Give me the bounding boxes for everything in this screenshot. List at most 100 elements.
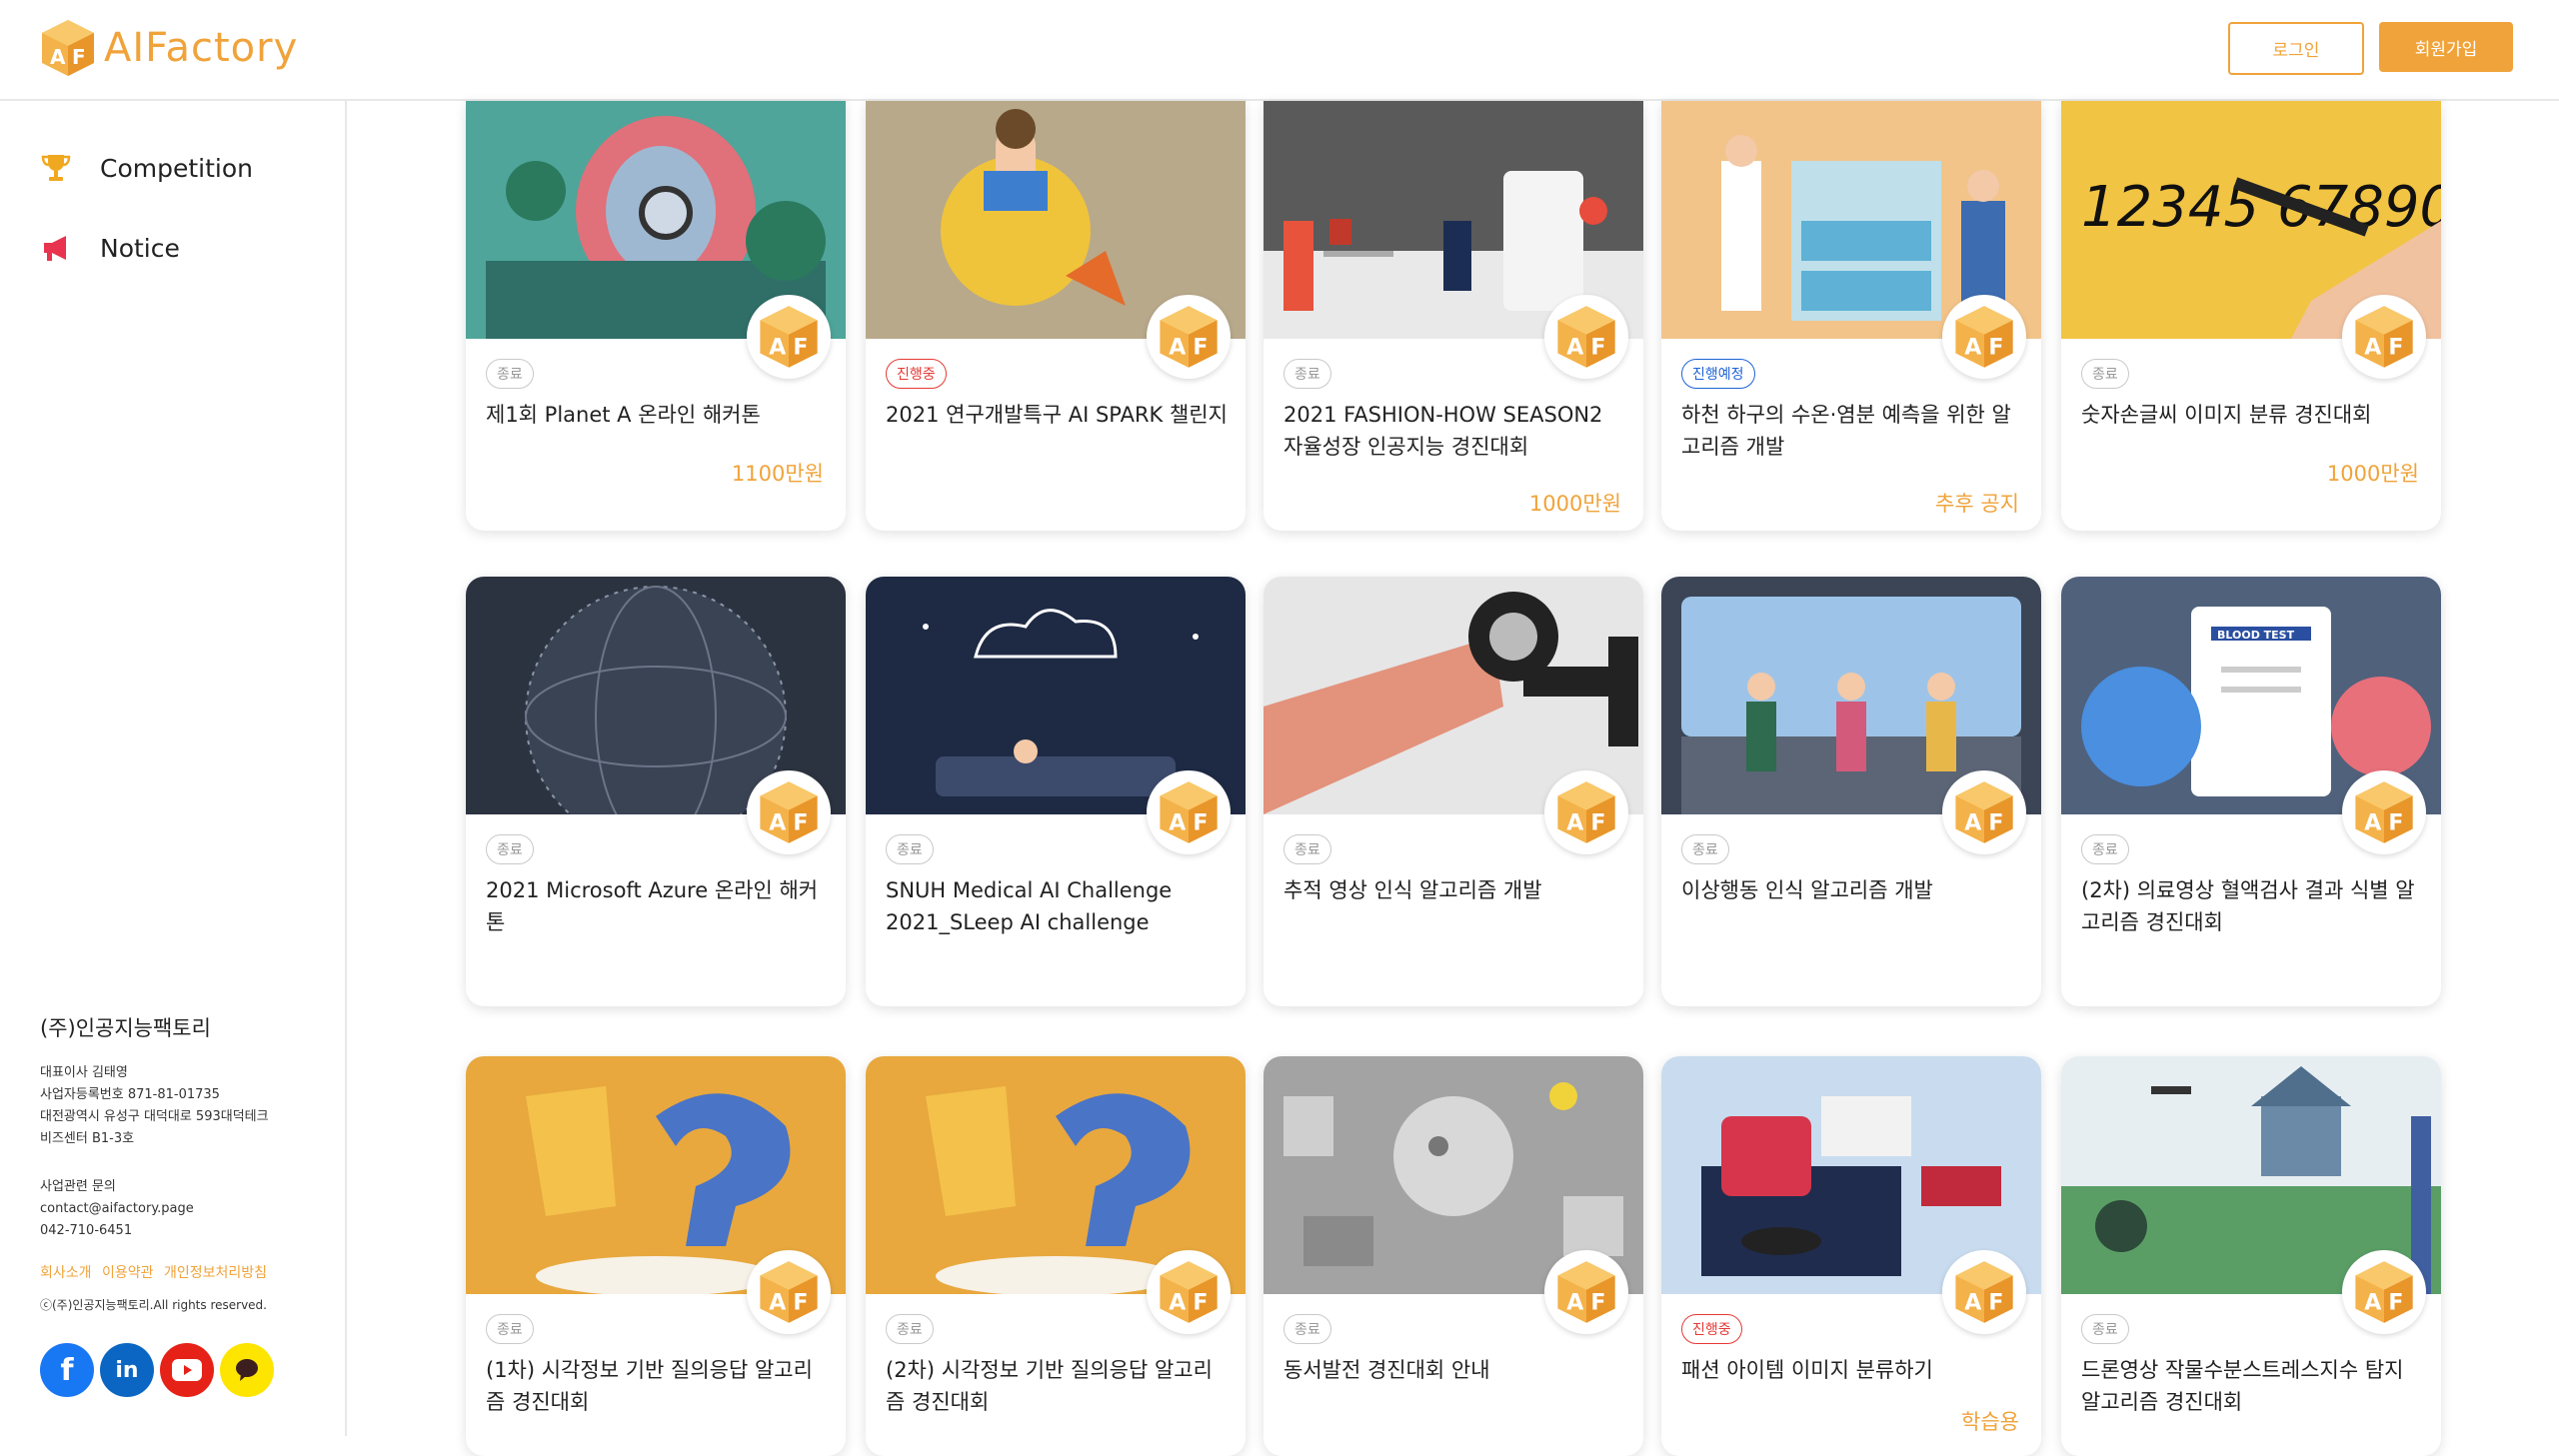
svg-text:12345 67890: 12345 67890 xyxy=(2081,175,2441,240)
svg-text:F: F xyxy=(1988,811,2003,836)
logo-cube-icon: A F xyxy=(42,20,94,76)
contact-email[interactable]: contact@aifactory.page xyxy=(40,1198,340,1220)
card-title: 동서발전 경진대회 안내 xyxy=(1283,1358,1490,1382)
youtube-icon[interactable] xyxy=(160,1343,214,1397)
status-badge: 진행예정 xyxy=(1681,359,1755,389)
svg-text:A: A xyxy=(1566,336,1583,361)
social-links: f in xyxy=(40,1343,340,1397)
card-prize: 1000만원 xyxy=(2326,462,2419,486)
footer-link-terms[interactable]: 이용약관 xyxy=(102,1265,154,1281)
svg-text:A: A xyxy=(1566,811,1583,836)
af-badge-icon: A F xyxy=(1544,770,1628,854)
card-title: 2021 Microsoft Azure 온라인 해커톤 xyxy=(486,878,819,934)
login-button[interactable]: 로그인 xyxy=(2228,22,2364,75)
svg-text:A: A xyxy=(50,45,66,69)
card-title: 추적 영상 인식 알고리즘 개발 xyxy=(1283,878,1542,902)
svg-text:F: F xyxy=(2388,336,2403,361)
card-prize: 1000만원 xyxy=(1528,492,1621,516)
svg-text:A: A xyxy=(2364,811,2381,836)
kakao-icon[interactable] xyxy=(220,1343,274,1397)
competition-card[interactable]: BLOOD TEST A F 종료 (2차) 의료영상 혈액검사 결과 식별 알고… xyxy=(2061,577,2441,1006)
footer-link-privacy[interactable]: 개인정보처리방침 xyxy=(164,1265,267,1281)
svg-text:F: F xyxy=(2388,811,2403,836)
svg-text:F: F xyxy=(1590,811,1605,836)
svg-text:A: A xyxy=(1566,1291,1583,1316)
svg-text:A: A xyxy=(1169,336,1186,361)
footer-link-about[interactable]: 회사소개 xyxy=(40,1265,92,1281)
competition-card[interactable]: A F 종료추적 영상 인식 알고리즘 개발500만원 xyxy=(1264,577,1643,1006)
signup-button[interactable]: 회원가입 xyxy=(2379,22,2513,72)
top-header: A F AIFactory 로그인 회원가입 xyxy=(0,0,2559,101)
logo[interactable]: A F AIFactory xyxy=(40,18,298,78)
competition-card[interactable]: A F 종료 (2차) 시각정보 기반 질의응답 알고리즘 경진대회 xyxy=(866,1056,1246,1456)
competition-card[interactable]: A F 종료 SNUH Medical AI Challenge 2021_SLe… xyxy=(866,577,1246,1006)
sidebar: Competition Notice (주)인공지능팩토리 대표이사 김태영 사… xyxy=(0,101,347,1436)
svg-text:F: F xyxy=(1193,811,1208,836)
card-title: 드론영상 작물수분스트레스지수 탐지 알고리즘 경진대회 xyxy=(2081,1358,2404,1414)
status-badge: 종료 xyxy=(486,834,534,864)
contact-title: 사업관련 문의 xyxy=(40,1179,116,1194)
af-badge-icon: A F xyxy=(747,1250,831,1334)
competition-card[interactable]: A F 종료 제1회 Planet A 온라인 해커톤 1100만원 xyxy=(466,101,846,531)
linkedin-icon[interactable]: in xyxy=(100,1343,154,1397)
af-cube-icon: A F xyxy=(760,306,818,368)
competition-card[interactable]: A F 진행중 패션 아이템 이미지 분류하기 학습용 xyxy=(1661,1056,2041,1456)
competition-card[interactable]: A F 종료 2021 FASHION-HOW SEASON2 자율성장 인공지능… xyxy=(1264,101,1643,531)
status-badge: 종료 xyxy=(886,1314,934,1344)
megaphone-icon xyxy=(44,236,66,261)
status-badge: 종료 xyxy=(2081,834,2129,864)
svg-text:F: F xyxy=(793,811,808,836)
contact-phone: 042-710-6451 xyxy=(40,1223,133,1238)
status-badge: 종료 xyxy=(486,359,534,389)
svg-text:F: F xyxy=(793,1291,808,1316)
af-cube-icon: A F xyxy=(1955,306,2013,368)
competition-card[interactable]: A F 종료 드론영상 작물수분스트레스지수 탐지 알고리즘 경진대회 xyxy=(2061,1056,2441,1456)
af-badge-icon: A F xyxy=(1942,1250,2026,1334)
competition-card[interactable]: 12345 67890 A F 종료 숫자손글씨 이미지 분류 경진대회 1000만… xyxy=(2061,101,2441,531)
svg-text:F: F xyxy=(2388,1291,2403,1316)
card-title: 패션 아이템 이미지 분류하기 xyxy=(1681,1358,1933,1382)
logo-text: AIFactory xyxy=(104,25,299,71)
card-title: 이상행동 인식 알고리즘 개발 xyxy=(1681,878,1933,902)
competition-card[interactable]: A F 종료2021 Microsoft Azure 온라인 해커톤17,000… xyxy=(466,577,846,1006)
svg-text:A: A xyxy=(1964,1291,1981,1316)
company-address: 대전광역시 유성구 대덕대로 593대덕테크 xyxy=(40,1109,269,1124)
af-badge-icon: A F xyxy=(1544,1250,1628,1334)
svg-text:F: F xyxy=(1590,1291,1605,1316)
company-ceo: 대표이사 김태영 xyxy=(40,1065,128,1080)
competition-card[interactable]: A F 종료동서발전 경진대회 안내 xyxy=(1264,1056,1643,1456)
status-badge: 종료 xyxy=(1283,1314,1331,1344)
copyright: ⓒ(주)인공지능팩토리.All rights reserved. xyxy=(40,1298,267,1312)
trophy-icon xyxy=(41,155,71,181)
af-cube-icon: A F xyxy=(1160,306,1218,368)
svg-text:A: A xyxy=(1964,811,1981,836)
sidebar-item-notice[interactable]: Notice xyxy=(40,232,180,264)
sidebar-item-competition[interactable]: Competition xyxy=(40,152,253,184)
card-prize: 학습용 xyxy=(1961,1410,2019,1434)
card-title: (1차) 시각정보 기반 질의응답 알고리즘 경진대회 xyxy=(486,1358,813,1414)
af-cube-icon: A F xyxy=(760,1261,818,1323)
card-title: 2021 FASHION-HOW SEASON2 자율성장 인공지능 경진대회 xyxy=(1283,403,1603,459)
svg-text:F: F xyxy=(1988,336,2003,361)
svg-text:A: A xyxy=(2364,336,2381,361)
af-badge-icon: A F xyxy=(1942,770,2026,854)
af-badge-icon: A F xyxy=(2342,1250,2426,1334)
competition-card[interactable]: A F 종료 (1차) 시각정보 기반 질의응답 알고리즘 경진대회 xyxy=(466,1056,846,1456)
af-badge-icon: A F xyxy=(1147,295,1231,379)
status-badge: 종료 xyxy=(1681,834,1729,864)
status-badge: 종료 xyxy=(1283,359,1331,389)
company-biz-no: 사업자등록번호 871-81-01735 xyxy=(40,1087,220,1102)
card-title: 하천 하구의 수온·염분 예측을 위한 알고리즘 개발 xyxy=(1681,403,2011,459)
competition-card[interactable]: A F 진행중 2021 연구개발특구 AI SPARK 챌린지 xyxy=(866,101,1246,531)
company-info: (주)인공지능팩토리 대표이사 김태영 사업자등록번호 871-81-01735… xyxy=(40,1012,340,1397)
af-cube-icon: A F xyxy=(1160,781,1218,843)
competition-card[interactable]: A F 진행예정 하천 하구의 수온·염분 예측을 위한 알고리즘 개발 추후 공지 xyxy=(1661,101,2041,531)
competition-card[interactable]: A F 종료이상행동 인식 알고리즘 개발500만원 xyxy=(1661,577,2041,1006)
facebook-icon[interactable]: f xyxy=(40,1343,94,1397)
svg-text:A: A xyxy=(769,1291,786,1316)
af-cube-icon: A F xyxy=(1955,1261,2013,1323)
card-title: 제1회 Planet A 온라인 해커톤 xyxy=(486,403,761,427)
status-badge: 종료 xyxy=(886,834,934,864)
sidebar-item-label: Notice xyxy=(100,233,180,263)
svg-text:F: F xyxy=(1988,1291,2003,1316)
